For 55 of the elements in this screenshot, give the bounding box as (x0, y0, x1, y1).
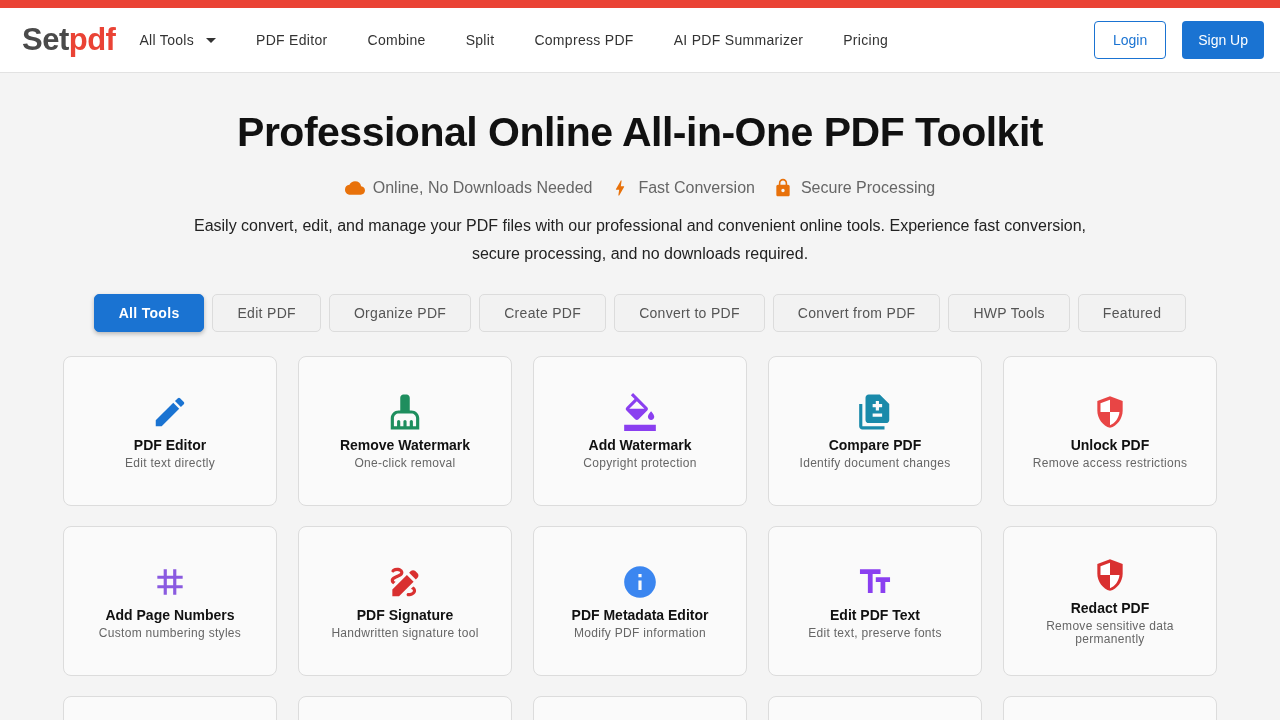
tool-name: PDF Editor (133, 436, 207, 453)
paint-bucket-icon (621, 392, 659, 431)
category-tab[interactable]: Convert from PDF (772, 294, 941, 332)
tool-name: Add Watermark (588, 436, 692, 453)
tool-name: Add Page Numbers (105, 606, 235, 623)
tool-description: One-click removal (354, 456, 456, 470)
signup-button[interactable]: Sign Up (1182, 21, 1264, 59)
tool-card[interactable]: Unlock PDF Remove access restrictions (1003, 356, 1217, 506)
tool-card[interactable]: Edit PDF Text Edit text, preserve fonts (768, 526, 982, 676)
tool-description: Modify PDF information (574, 626, 706, 640)
nav-link[interactable]: Compress PDF (534, 32, 634, 48)
tool-card[interactable]: Add Watermark Copyright protection (533, 356, 747, 506)
tool-description: Edit text directly (124, 456, 216, 470)
nav-link[interactable]: All Tools (139, 32, 217, 48)
tool-description: Handwritten signature tool (331, 626, 479, 640)
tool-card[interactable]: PDF Editor Edit text directly (63, 356, 277, 506)
category-tab[interactable]: Create PDF (479, 294, 607, 332)
category-tab[interactable]: Organize PDF (328, 294, 472, 332)
nav-link[interactable]: Combine (367, 32, 426, 48)
tool-name: Unlock PDF (1070, 436, 1150, 453)
feature-text: Fast Conversion (638, 179, 755, 197)
tool-card[interactable]: Remove Watermark One-click removal (298, 356, 512, 506)
tool-description: Remove sensitive data permanently (1045, 620, 1175, 646)
tool-name: Remove Watermark (339, 436, 471, 453)
tool-card[interactable]: PDF Metadata Editor Modify PDF information (533, 526, 747, 676)
tool-name: Edit PDF Text (830, 606, 920, 623)
tool-description: Copyright protection (583, 456, 697, 470)
page-title: Professional Online All-in-One PDF Toolkit (237, 109, 1043, 156)
category-tab[interactable]: HWP Tools (948, 294, 1070, 332)
cloud-icon (344, 178, 365, 198)
category-tab[interactable]: All Tools (93, 294, 205, 332)
logo[interactable]: Setpdf (22, 22, 116, 58)
category-tab[interactable]: Convert to PDF (614, 294, 765, 332)
tool-card[interactable]: PDF Signature Handwritten signature tool (298, 526, 512, 676)
category-tab[interactable]: Featured (1077, 294, 1187, 332)
tool-card[interactable]: Add Page Numbers Custom numbering styles (63, 526, 277, 676)
description: Easily convert, edit, and manage your PDF files with our professional and convenient online tools. Experience fast conversion, secure processing, and no downloads required. (192, 216, 1087, 264)
tool-description: Remove access restrictions (1032, 456, 1188, 470)
tool-name: PDF Metadata Editor (571, 606, 709, 623)
tool-card[interactable]: Redact PDF Remove sensitive data permanently (1003, 526, 1217, 676)
login-button[interactable]: Login (1093, 21, 1167, 59)
nav-link[interactable]: Pricing (843, 32, 889, 48)
nav-link[interactable]: Split (465, 32, 495, 48)
tool-name: Compare PDF (828, 436, 922, 453)
nav-link[interactable]: AI PDF Summarizer (673, 32, 804, 48)
tool-description: Identify document changes (799, 456, 951, 470)
nav-link[interactable]: PDF Editor (256, 32, 328, 48)
tool-name: PDF Signature (356, 606, 454, 623)
feature-text: Online, No Downloads Needed (372, 179, 593, 197)
feature-text: Secure Processing (800, 179, 936, 197)
tool-name: Redact PDF (1070, 600, 1150, 616)
tool-card[interactable]: Compare PDF Identify document changes (768, 356, 982, 506)
tool-description: Custom numbering styles (98, 626, 242, 640)
tool-description: Edit text, preserve fonts (808, 626, 942, 640)
category-tab[interactable]: Edit PDF (212, 294, 321, 332)
